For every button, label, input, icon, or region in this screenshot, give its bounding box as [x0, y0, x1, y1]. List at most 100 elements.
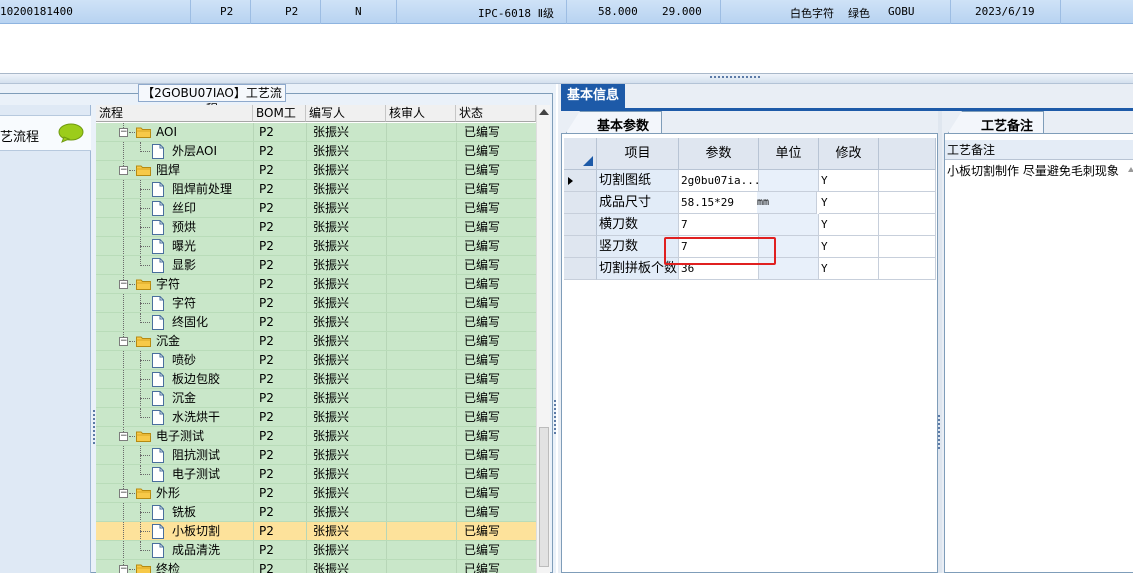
param-modify[interactable]: Y [819, 214, 879, 236]
column-header-bom[interactable]: BOM工厂 [253, 105, 306, 137]
param-row-header[interactable] [564, 236, 597, 258]
process-row[interactable]: 水洗烘干 P2 张振兴 已编写 [96, 408, 536, 427]
tree-collapse-icon[interactable]: − [119, 337, 128, 346]
tree-collapse-icon[interactable]: − [119, 280, 128, 289]
process-row[interactable]: 丝印 P2 张振兴 已编写 [96, 199, 536, 218]
tab-process-note[interactable]: 工艺备注 [948, 111, 1044, 133]
tree-collapse-icon[interactable]: − [119, 489, 128, 498]
param-blank[interactable] [879, 170, 936, 192]
param-modify[interactable]: Y [819, 236, 879, 258]
param-header-modify[interactable]: 修改 [819, 138, 879, 170]
top-record-row[interactable]: 10200181400 P2 P2 N IPC-6018 Ⅱ级 58.000 2… [0, 0, 1133, 24]
tree-connector [123, 180, 124, 199]
tree-collapse-icon[interactable]: − [119, 166, 128, 175]
scrollbar-thumb[interactable] [539, 427, 549, 567]
process-row[interactable]: 沉金 P2 张振兴 已编写 [96, 389, 536, 408]
process-row[interactable]: 预烘 P2 张振兴 已编写 [96, 218, 536, 237]
writer-name: 张振兴 [313, 258, 350, 272]
process-row[interactable]: − 外形 P2 张振兴 已编写 [96, 484, 536, 503]
param-header-item[interactable]: 项目 [597, 138, 679, 170]
process-row[interactable]: − 电子测试 P2 张振兴 已编写 [96, 427, 536, 446]
writer-name: 张振兴 [313, 315, 350, 329]
column-header-status[interactable]: 状态 [456, 105, 536, 122]
left-side-grip-icon[interactable] [93, 410, 96, 444]
param-blank[interactable] [879, 236, 936, 258]
tree-collapse-icon[interactable]: − [119, 565, 128, 573]
process-note-area[interactable]: 工艺备注 小板切割制作 尽量避免毛刺现象 [944, 133, 1133, 573]
param-header-unit[interactable]: 单位 [759, 138, 819, 170]
process-row[interactable]: 铣板 P2 张振兴 已编写 [96, 503, 536, 522]
column-header-process[interactable]: 流程 [96, 105, 253, 122]
flow-side-header[interactable]: 艺流程 [0, 115, 91, 151]
process-row[interactable]: 阻焊前处理 P2 张振兴 已编写 [96, 180, 536, 199]
column-separator [456, 503, 457, 522]
param-value[interactable]: 7 [679, 214, 759, 236]
column-separator [306, 180, 307, 199]
horizontal-splitter[interactable] [0, 74, 1133, 84]
process-row[interactable]: 阻抗测试 P2 张振兴 已编写 [96, 446, 536, 465]
record-standard: IPC-6018 Ⅱ级 [478, 7, 555, 20]
column-separator [306, 256, 307, 275]
param-value[interactable]: 2g0bu07ia... [679, 170, 759, 192]
param-header-value[interactable]: 参数 [679, 138, 759, 170]
param-row-header[interactable] [564, 258, 597, 280]
process-name: 终检 [156, 562, 181, 573]
tree-collapse-icon[interactable]: − [119, 128, 128, 137]
column-separator [456, 218, 457, 237]
param-modify[interactable]: Y [819, 170, 879, 192]
process-row[interactable]: 喷砂 P2 张振兴 已编写 [96, 351, 536, 370]
right-side-grip-icon[interactable] [938, 415, 941, 449]
param-unit[interactable]: mm [757, 192, 817, 214]
param-unit[interactable] [759, 170, 819, 192]
column-header-writer[interactable]: 编写人 [306, 105, 386, 122]
scroll-arrow-icon[interactable] [1128, 162, 1133, 172]
process-row[interactable]: − AOI P2 张振兴 已编写 [96, 123, 536, 142]
process-row[interactable]: 成品清洗 P2 张振兴 已编写 [96, 541, 536, 560]
tab-basic-params[interactable]: 基本参数 [566, 111, 662, 133]
splitter-grip-icon[interactable] [710, 76, 760, 81]
status-text: 已编写 [464, 277, 501, 291]
process-row[interactable]: 小板切割 P2 张振兴 已编写 [96, 522, 536, 541]
bom-factory: P2 [259, 220, 274, 234]
tree-connector [140, 379, 150, 380]
middle-side-grip-icon[interactable] [554, 400, 557, 434]
param-unit[interactable] [759, 214, 819, 236]
param-row[interactable]: 横刀数 7 Y [564, 214, 936, 236]
process-row[interactable]: − 阻焊 P2 张振兴 已编写 [96, 161, 536, 180]
param-row[interactable]: 成品尺寸 58.15*29 mm Y [564, 192, 936, 214]
process-note-text[interactable]: 小板切割制作 尽量避免毛刺现象 [947, 162, 1119, 179]
column-header-reviewer[interactable]: 核审人 [386, 105, 456, 122]
param-blank[interactable] [879, 192, 936, 214]
param-row-header[interactable] [564, 192, 597, 214]
param-modify[interactable]: Y [819, 258, 879, 280]
status-text: 已编写 [464, 467, 501, 481]
process-grid-scrollbar[interactable] [536, 105, 550, 573]
bom-factory: P2 [259, 410, 274, 424]
param-row-header[interactable] [564, 170, 597, 192]
param-blank[interactable] [879, 214, 936, 236]
param-blank[interactable] [879, 258, 936, 280]
tab-basic-info[interactable]: 基本信息 [561, 84, 625, 108]
param-modify[interactable]: Y [819, 192, 879, 214]
process-row[interactable]: 终固化 P2 张振兴 已编写 [96, 313, 536, 332]
param-row-header[interactable] [564, 214, 597, 236]
process-row[interactable]: − 终检 P2 张振兴 已编写 [96, 560, 536, 573]
process-row[interactable]: 字符 P2 张振兴 已编写 [96, 294, 536, 313]
bom-factory: P2 [259, 543, 274, 557]
param-value[interactable]: 58.15*29 [679, 192, 759, 214]
param-row[interactable]: 切割图纸 2g0bu07ia... Y [564, 170, 936, 192]
process-row[interactable]: − 沉金 P2 张振兴 已编写 [96, 332, 536, 351]
process-row[interactable]: 电子测试 P2 张振兴 已编写 [96, 465, 536, 484]
speech-bubble-icon[interactable] [58, 123, 84, 143]
process-row[interactable]: 板边包胶 P2 张振兴 已编写 [96, 370, 536, 389]
pane-divider[interactable] [938, 111, 942, 573]
process-row[interactable]: 显影 P2 张振兴 已编写 [96, 256, 536, 275]
process-name: 铣板 [172, 505, 197, 519]
status-text: 已编写 [464, 201, 501, 215]
process-row[interactable]: 曝光 P2 张振兴 已编写 [96, 237, 536, 256]
process-row[interactable]: 外层AOI P2 张振兴 已编写 [96, 142, 536, 161]
tree-collapse-icon[interactable]: − [119, 432, 128, 441]
writer-name: 张振兴 [313, 353, 350, 367]
process-row[interactable]: − 字符 P2 张振兴 已编写 [96, 275, 536, 294]
scroll-up-arrow-icon[interactable] [539, 109, 549, 115]
